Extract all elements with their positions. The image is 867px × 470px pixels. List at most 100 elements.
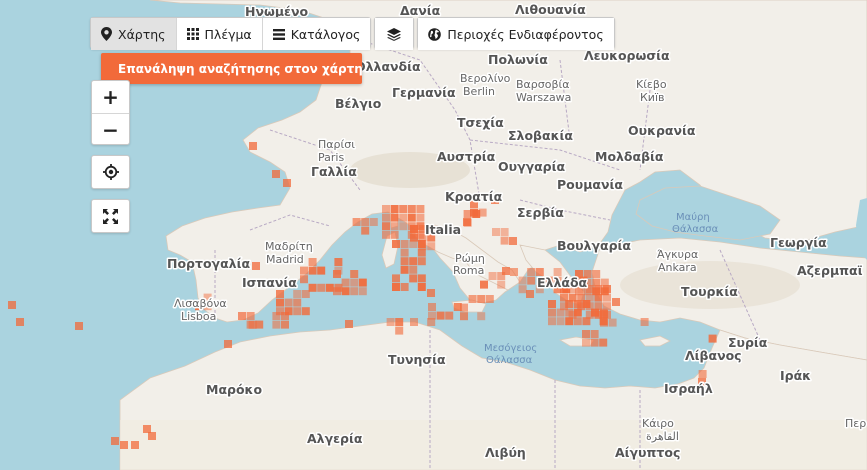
occurrence-cell [272, 320, 281, 329]
label-lebanon: Λίβανος [685, 348, 742, 363]
occurrence-cell [382, 230, 390, 239]
occurrence-cell [548, 300, 556, 308]
occurrence-cell [640, 318, 649, 326]
tab-grid[interactable]: Πλέγμα [176, 18, 263, 50]
occurrence-cell [148, 432, 156, 440]
occurrence-cell [333, 287, 341, 296]
occurrence-cell [427, 289, 435, 297]
label-poland: Πολωνία [488, 52, 548, 67]
occurrence-cell [392, 240, 400, 248]
occurrence-cell [400, 265, 409, 274]
label-black-sea-2: Θάλασσα [672, 223, 719, 235]
occurrence-cell [350, 278, 359, 287]
occurrence-cell [301, 290, 310, 298]
label-greece: Ελλάδα [537, 275, 588, 290]
occurrence-cell [308, 266, 317, 275]
occurrence-cell [590, 330, 599, 338]
occurrence-cell [436, 311, 445, 320]
occurrence-cell [428, 303, 436, 311]
search-again-button[interactable]: Επανάληψη αναζήτησης στον χάρτη [101, 53, 363, 84]
occurrence-cell [361, 226, 370, 235]
occurrence-cell [518, 276, 527, 285]
label-czech: Τσεχία [457, 115, 504, 130]
occurrence-cell [488, 272, 497, 280]
zoom-control: + − [91, 80, 130, 145]
label-turkey: Τουρκία [681, 284, 738, 299]
occurrence-cell [390, 230, 399, 239]
occurrence-cell [272, 170, 280, 178]
occurrence-cell [582, 300, 591, 308]
tab-map-label: Χάρτης [118, 26, 166, 42]
occurrence-cell [416, 205, 425, 213]
zoom-in-button[interactable]: + [92, 81, 129, 113]
occurrence-cell [417, 274, 426, 283]
occurrence-cell [252, 262, 260, 270]
occurrence-cell [565, 300, 574, 308]
occurrence-cell [485, 295, 494, 303]
label-paris: Paris [318, 151, 344, 164]
occurrence-cell [500, 228, 509, 236]
areas-of-interest-button[interactable]: Περιοχές Ενδιαφέροντος [418, 18, 614, 50]
occurrence-cell [592, 287, 601, 296]
occurrence-cell [301, 307, 310, 316]
label-warsaw: Warszawa [516, 91, 571, 104]
occurrence-cell [382, 205, 390, 213]
occurrence-cell [317, 266, 326, 275]
layers-icon [387, 27, 402, 41]
occurrence-cell [416, 213, 425, 222]
occurrence-cell [284, 298, 293, 307]
occurrence-cell [582, 317, 591, 326]
occurrence-cell [608, 318, 617, 327]
locate-button[interactable] [92, 156, 129, 188]
label-rome: Roma [453, 264, 484, 277]
tab-catalog-label: Κατάλογος [290, 26, 361, 42]
occurrence-cell [573, 317, 582, 326]
occurrence-cell [410, 225, 418, 233]
occurrence-cell [400, 257, 409, 266]
occurrence-cell [293, 298, 302, 307]
fullscreen-button[interactable] [92, 200, 129, 232]
tab-map[interactable]: Χάρτης [91, 18, 177, 50]
label-belgium: Βέλγιο [335, 96, 382, 111]
label-slovakia: Σλοβακία [508, 128, 573, 143]
label-france: Γαλλία [311, 164, 357, 179]
label-germany: Γερμανία [392, 85, 456, 100]
occurrence-cell [582, 330, 590, 338]
occurrence-cell [500, 236, 509, 245]
occurrence-cell [592, 278, 601, 287]
label-paris-gr: Παρίσι [318, 138, 355, 151]
label-moldova: Μολδαβία [595, 149, 664, 164]
label-madrid-gr: Μαδρίτη [265, 240, 313, 253]
label-lisbon: Lisboa [181, 310, 216, 323]
label-lisbon-gr: Λισαβόνα [174, 297, 227, 310]
label-warsaw-gr: Βαρσοβία [516, 78, 569, 91]
occurrence-cell [460, 312, 468, 321]
occurrence-cell [399, 205, 408, 213]
label-ukraine: Ουκρανία [628, 123, 696, 138]
occurrence-cell [556, 308, 565, 317]
locate-control [91, 155, 130, 189]
label-portugal: Πορτογαλία [167, 256, 250, 271]
label-ankara-gr: Άγκυρα [657, 248, 698, 261]
list-icon [272, 28, 285, 40]
occurrence-cell [246, 312, 255, 320]
occurrence-cell [333, 270, 341, 278]
zoom-out-button[interactable]: − [92, 113, 129, 146]
occurrence-cell [548, 308, 556, 317]
occurrence-cell [590, 338, 599, 347]
layers-button[interactable] [375, 18, 414, 50]
occurrence-cell [410, 233, 418, 242]
occurrence-cell [600, 318, 608, 327]
occurrence-cell [407, 205, 416, 213]
label-libya: Λιβύη [485, 445, 526, 460]
label-madrid: Madrid [266, 253, 304, 266]
tab-catalog[interactable]: Κατάλογος [262, 18, 371, 50]
occurrence-cell [276, 298, 284, 307]
expand-icon [103, 208, 118, 224]
label-cairo: القاهرة [646, 430, 679, 443]
occurrence-cell [350, 270, 359, 278]
occurrence-cell [345, 320, 353, 328]
label-med-sea-2: Θάλασσα [486, 354, 533, 366]
occurrence-cell [698, 370, 707, 378]
occurrence-cell [460, 303, 468, 312]
